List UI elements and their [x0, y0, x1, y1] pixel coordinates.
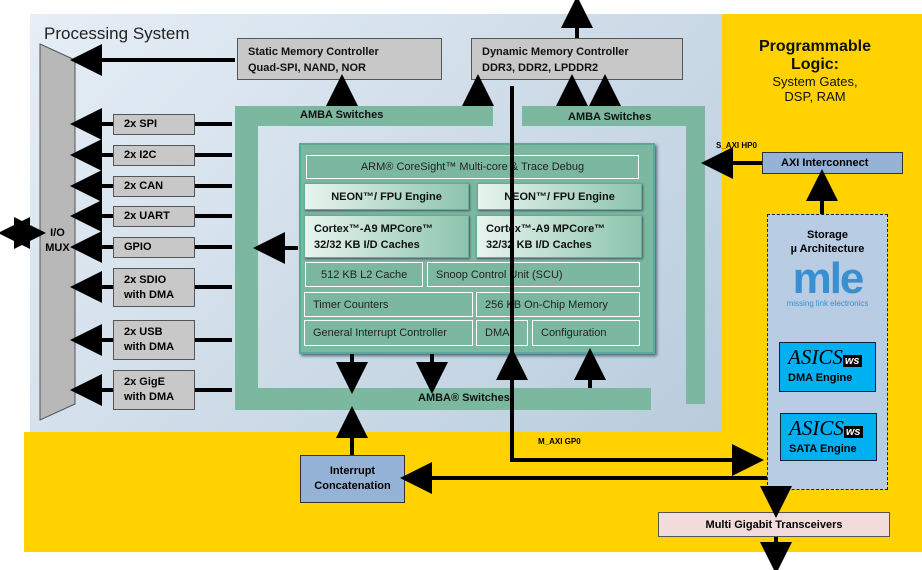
connection-arrows [0, 0, 838, 570]
